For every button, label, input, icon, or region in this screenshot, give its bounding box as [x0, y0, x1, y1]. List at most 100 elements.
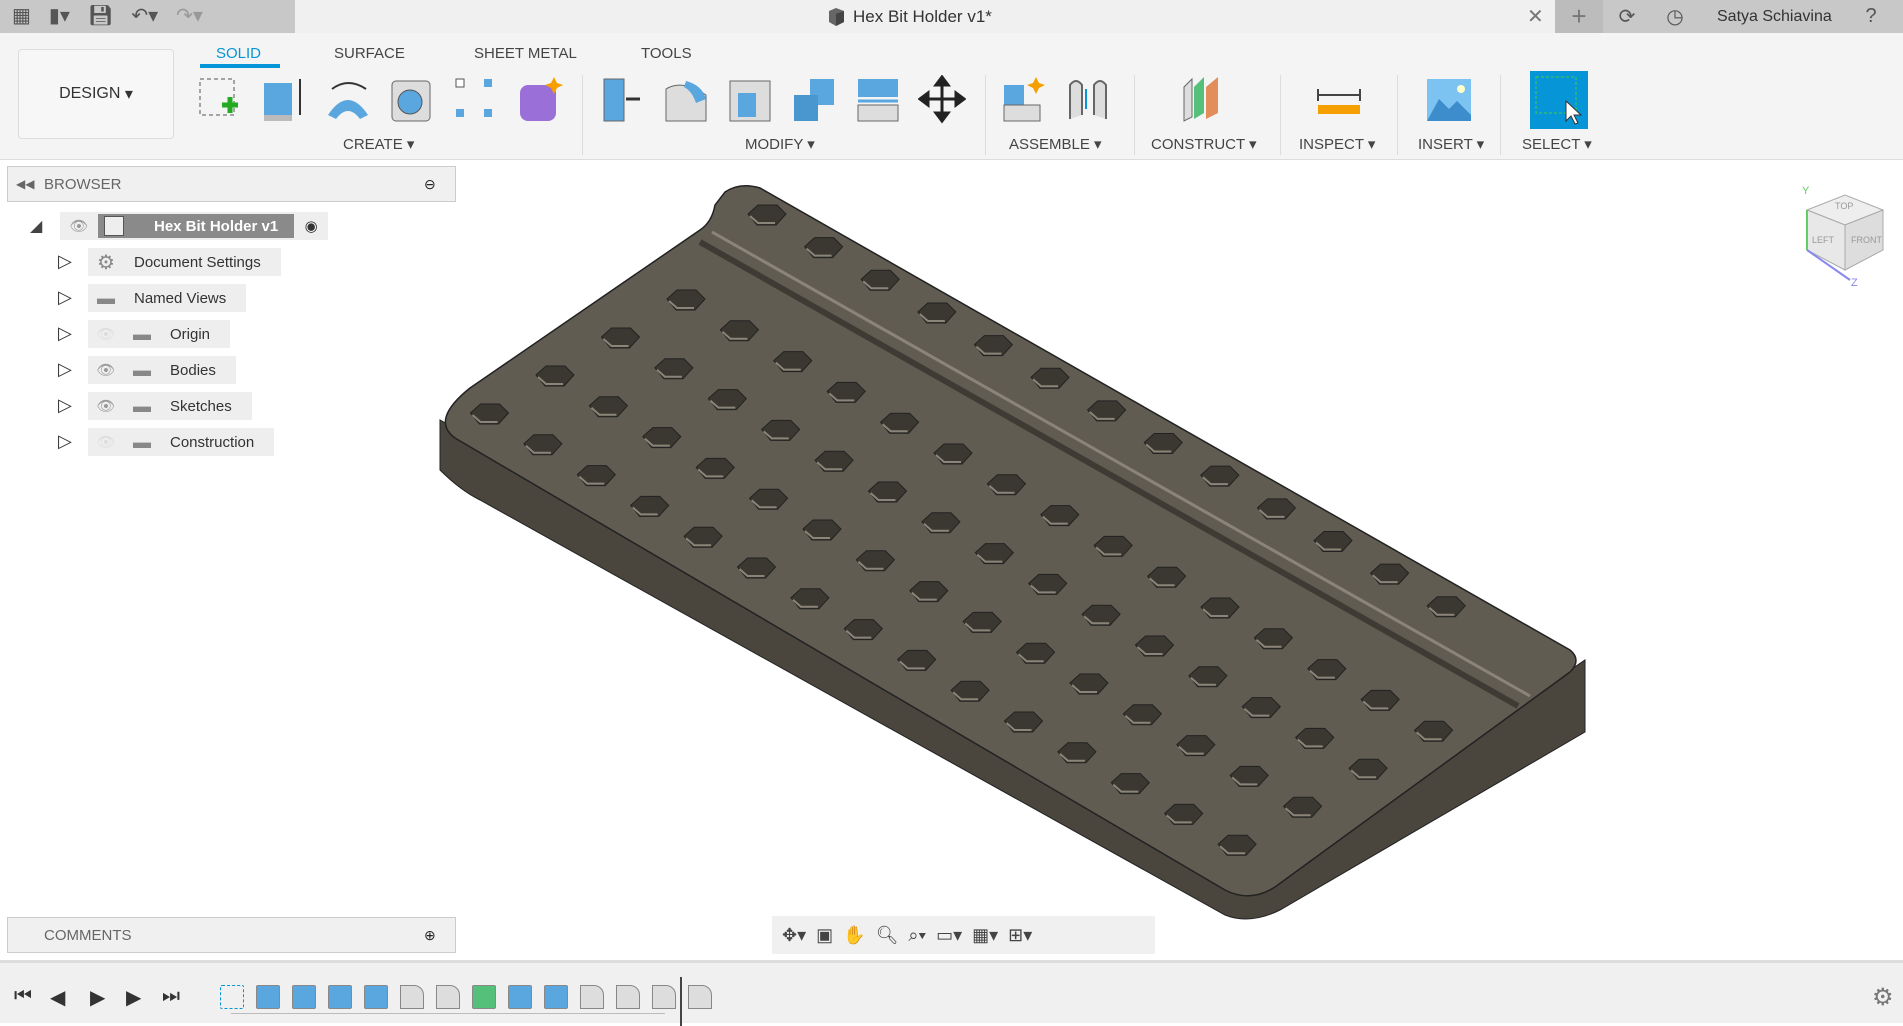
expand-icon[interactable]: ▷ [58, 251, 72, 269]
viewport-canvas[interactable] [0, 160, 1903, 920]
activate-radio-icon[interactable]: ◉ [294, 217, 328, 235]
combine-icon[interactable] [790, 75, 838, 125]
document-tab[interactable]: Hex Bit Holder v1* [825, 0, 992, 33]
assemble-menu[interactable]: ASSEMBLE ▾ [1009, 135, 1102, 153]
hidden-eye-icon[interactable]: 👁︎ [88, 325, 124, 343]
hole-icon[interactable] [388, 75, 436, 125]
view-cube-front[interactable]: FRONT [1851, 235, 1882, 245]
move-icon[interactable] [918, 75, 966, 125]
measure-icon[interactable] [1314, 75, 1362, 125]
step-back-icon[interactable]: ◀ [50, 985, 65, 1010]
create-sketch-icon[interactable] [196, 75, 244, 125]
go-to-start-icon[interactable]: ⏮ [14, 985, 32, 1008]
collapse-browser-icon[interactable]: ◀◀ [16, 177, 34, 191]
browser-item-document-settings[interactable]: ▷⚙Document Settings [58, 248, 281, 276]
display-settings-icon[interactable]: ▭▾ [936, 925, 962, 946]
timeline-feature[interactable] [472, 985, 496, 1009]
quick-access-toolbar: ▦ ▮▾ 💾︎ ↶▾ ↷▾ [0, 0, 295, 33]
timeline-feature[interactable] [364, 985, 388, 1009]
offset-face-icon[interactable] [854, 75, 902, 125]
go-to-end-icon[interactable]: ⏭ [162, 985, 180, 1008]
workspace-dropdown[interactable]: DESIGN ▾ [18, 49, 174, 139]
new-tab-icon[interactable]: + [1555, 0, 1603, 33]
browser-item-sketches[interactable]: ▷👁︎▬Sketches [58, 392, 252, 420]
extrude-icon[interactable] [260, 75, 308, 125]
browser-options-icon[interactable]: ⊖ [424, 176, 436, 193]
press-pull-icon[interactable] [598, 75, 646, 125]
extensions-icon[interactable]: ⟳ [1603, 4, 1651, 29]
timeline-settings-icon[interactable]: ⚙ [1872, 983, 1894, 1012]
expand-icon[interactable]: ▷ [58, 323, 72, 341]
timeline-marker[interactable] [680, 977, 682, 1026]
expand-icon[interactable]: ▷ [58, 431, 72, 449]
job-status-icon[interactable]: ◷ [1651, 4, 1699, 29]
browser-root[interactable]: ◢ 👁︎ Hex Bit Holder v1 ◉ [30, 212, 328, 240]
browser-item-construction[interactable]: ▷👁︎▬Construction [58, 428, 274, 456]
timeline-feature[interactable] [508, 985, 532, 1009]
grid-icon[interactable]: ▦▾ [972, 925, 998, 946]
redo-icon[interactable]: ↷▾ [176, 0, 203, 33]
play-icon[interactable]: ▶ [90, 985, 105, 1010]
tab-sheet-metal[interactable]: SHEET METAL [474, 45, 577, 62]
view-cube-left[interactable]: LEFT [1812, 235, 1834, 245]
timeline-feature[interactable] [688, 985, 712, 1009]
timeline-feature[interactable] [580, 985, 604, 1009]
select-menu[interactable]: SELECT ▾ [1522, 135, 1592, 153]
tab-solid[interactable]: SOLID [216, 45, 261, 62]
construct-menu[interactable]: CONSTRUCT ▾ [1151, 135, 1257, 153]
shell-icon[interactable] [726, 75, 774, 125]
view-cube[interactable]: TOP LEFT FRONT Y Z [1795, 185, 1895, 295]
zoom-icon[interactable]: 🔍︎ [876, 925, 899, 946]
timeline-feature[interactable] [328, 985, 352, 1009]
step-forward-icon[interactable]: ▶ [126, 985, 141, 1010]
add-comment-icon[interactable]: ⊕ [424, 927, 436, 944]
insert-image-icon[interactable] [1425, 75, 1473, 125]
hidden-eye-icon[interactable]: 👁︎ [88, 433, 124, 451]
timeline-feature[interactable] [652, 985, 676, 1009]
timeline-feature[interactable] [256, 985, 280, 1009]
modify-menu[interactable]: MODIFY ▾ [745, 135, 815, 153]
browser-item-origin[interactable]: ▷👁︎▬Origin [58, 320, 230, 348]
visibility-eye-icon[interactable]: 👁︎ [88, 361, 124, 379]
viewports-icon[interactable]: ⊞▾ [1008, 925, 1032, 946]
offset-plane-icon[interactable] [1180, 75, 1228, 125]
view-cube-top[interactable]: TOP [1835, 201, 1853, 211]
tab-tools[interactable]: TOOLS [641, 45, 692, 62]
close-tab-icon[interactable]: ✕ [1527, 4, 1544, 29]
insert-menu[interactable]: INSERT ▾ [1418, 135, 1484, 153]
timeline-feature[interactable] [292, 985, 316, 1009]
visibility-eye-icon[interactable]: 👁︎ [88, 397, 124, 415]
timeline-feature[interactable] [436, 985, 460, 1009]
undo-icon[interactable]: ↶▾ [131, 0, 158, 33]
help-icon[interactable]: ? [1847, 5, 1895, 28]
file-menu-icon[interactable]: ▮▾ [49, 0, 70, 33]
user-name[interactable]: Satya Schiavina [1717, 8, 1847, 26]
visibility-eye-icon[interactable]: 👁︎ [60, 217, 98, 235]
timeline-feature[interactable] [220, 985, 244, 1009]
create-form-icon[interactable] [516, 75, 564, 125]
joint-icon[interactable] [1064, 75, 1112, 125]
timeline-feature[interactable] [616, 985, 640, 1009]
fillet-icon[interactable] [662, 75, 710, 125]
inspect-menu[interactable]: INSPECT ▾ [1299, 135, 1375, 153]
browser-item-named-views[interactable]: ▷▬Named Views [58, 284, 246, 312]
expand-icon[interactable]: ▷ [58, 359, 72, 377]
app-grid-icon[interactable]: ▦ [12, 0, 31, 33]
collapse-triangle-icon[interactable]: ◢ [30, 216, 60, 236]
revolve-icon[interactable] [324, 75, 372, 125]
new-component-icon[interactable] [1000, 75, 1048, 125]
pan-icon[interactable]: ✋ [843, 925, 865, 946]
tab-surface[interactable]: SURFACE [334, 45, 405, 62]
save-icon[interactable]: 💾︎ [88, 0, 113, 33]
expand-icon[interactable]: ▷ [58, 395, 72, 413]
look-at-icon[interactable]: ▣ [816, 925, 833, 946]
pattern-icon[interactable] [452, 75, 500, 125]
select-icon[interactable] [1530, 71, 1588, 129]
browser-item-bodies[interactable]: ▷👁︎▬Bodies [58, 356, 236, 384]
orbit-icon[interactable]: ✥▾ [782, 925, 806, 946]
expand-icon[interactable]: ▷ [58, 287, 72, 305]
timeline-feature[interactable] [544, 985, 568, 1009]
timeline-feature[interactable] [400, 985, 424, 1009]
create-menu[interactable]: CREATE ▾ [343, 135, 414, 153]
fit-icon[interactable]: ⌕▾ [908, 925, 926, 946]
